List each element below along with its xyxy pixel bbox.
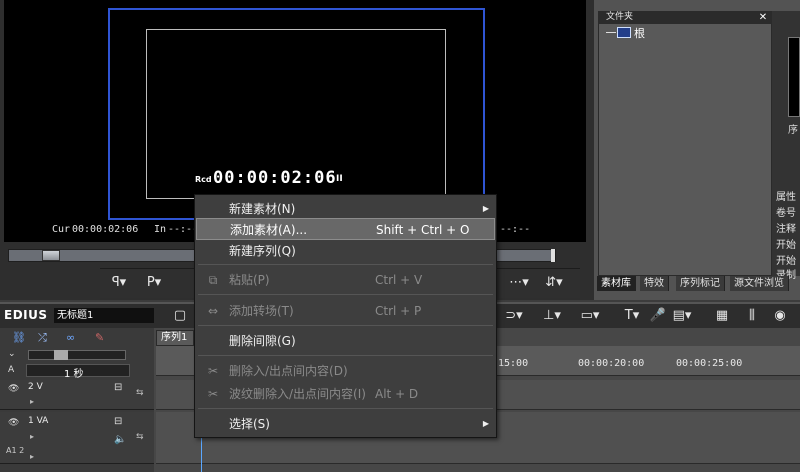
submenu-arrow-icon: ▶: [482, 204, 489, 213]
title-icon[interactable]: T▾: [622, 307, 642, 325]
menu-item-new-clip[interactable]: 新建素材(N) ▶: [196, 198, 495, 220]
expand-icon[interactable]: ⌄: [8, 349, 16, 359]
cur-label: Cur: [52, 224, 71, 235]
tab-effects[interactable]: 特效: [640, 276, 669, 291]
folder-root[interactable]: 根: [634, 25, 645, 41]
color-wheel-icon[interactable]: ◉: [770, 307, 790, 325]
rcd-label: Rcd: [195, 175, 212, 184]
ripple-icon[interactable]: ⊃▾: [504, 307, 524, 325]
menu-item-delete-gap[interactable]: 删除间隙(G): [196, 330, 495, 352]
film-icon[interactable]: ⊟: [114, 416, 122, 427]
track-name: 1 VA: [28, 416, 49, 426]
project-name: 无标题1: [54, 308, 154, 323]
menu-item-ripple-delete-range[interactable]: ✂ 波纹删除入/出点间内容(I) Alt + D: [196, 383, 495, 405]
no-sync-icon[interactable]: ✎: [95, 331, 109, 345]
eye-icon[interactable]: 👁: [8, 418, 19, 428]
slider-end-marker: [551, 249, 555, 262]
tab-source-browser[interactable]: 源文件浏览: [730, 276, 789, 291]
edius-logo: EDIUS: [4, 308, 48, 322]
menu-separator: [198, 408, 493, 409]
ruler-label: 15:00: [498, 358, 529, 369]
microphone-icon[interactable]: 🎤: [648, 307, 668, 325]
film-icon[interactable]: ⊟: [114, 382, 122, 393]
expand-track-icon[interactable]: ▸: [30, 397, 34, 406]
ruler-label: 00:00:25:00: [676, 358, 743, 369]
menu-item-delete-range[interactable]: ✂ 删除入/出点间内容(D): [196, 360, 495, 382]
insert-mode-icon[interactable]: ⋯▾: [505, 273, 533, 293]
track-header-2v[interactable]: [0, 380, 154, 410]
folder-tree: [598, 11, 772, 276]
cur-timecode: 00:00:02:06: [72, 224, 139, 235]
transition-icon: ⇔: [207, 304, 219, 318]
menu-separator: [198, 294, 493, 295]
track-name: 2 V: [28, 382, 43, 392]
pause-indicator: II: [336, 174, 343, 184]
render-icon[interactable]: ▤▾: [672, 307, 692, 325]
snap-icon[interactable]: ⊥▾: [542, 307, 562, 325]
ripple-delete-icon: ✂: [207, 387, 219, 401]
tab-bin[interactable]: 素材库: [597, 276, 636, 291]
output-icon[interactable]: ⇵▾: [540, 273, 568, 293]
menu-separator: [198, 355, 493, 356]
menu-item-paste[interactable]: ⧉ 粘贴(P) Ctrl + V: [196, 269, 495, 291]
zoom-thumb[interactable]: [54, 350, 68, 360]
slider-thumb[interactable]: [42, 250, 60, 261]
patch-icon[interactable]: ⇆: [136, 388, 144, 398]
set-out-icon[interactable]: P▾: [140, 273, 168, 293]
expand-track-icon[interactable]: ▸: [30, 452, 34, 461]
expand-track-icon[interactable]: ▸: [30, 432, 34, 441]
link-icon[interactable]: ▭▾: [580, 307, 600, 325]
menu-item-select[interactable]: 选择(S) ▶: [196, 413, 495, 435]
lock-icon[interactable]: A: [8, 365, 14, 375]
sync-icon[interactable]: ∞: [66, 331, 84, 345]
menu-item-add-transition[interactable]: ⇔ 添加转场(T) Ctrl + P: [196, 300, 495, 322]
group-icon[interactable]: ⤮: [38, 331, 52, 345]
tab-sequence[interactable]: 序列1: [156, 330, 194, 346]
prop-comment: 注释: [776, 224, 796, 235]
menu-item-add-clip[interactable]: 添加素材(A)... Shift + Ctrl + O: [196, 218, 495, 240]
menu-separator: [198, 264, 493, 265]
clip-thumbnail[interactable]: [788, 37, 800, 117]
tree-line: [606, 32, 616, 33]
submenu-arrow-icon: ▶: [482, 419, 489, 428]
tab-sequence-markers[interactable]: 序列标记: [676, 276, 725, 291]
ruler-label: 00:00:20:00: [578, 358, 645, 369]
folder-icon: [617, 27, 631, 38]
menu-item-new-sequence[interactable]: 新建序列(Q): [196, 240, 495, 262]
track-mode-icon[interactable]: ⛓: [12, 331, 26, 345]
mixer-icon[interactable]: ⫼: [742, 307, 762, 325]
speaker-icon[interactable]: 🔈: [114, 434, 126, 445]
set-in-icon[interactable]: ꟼ▾: [105, 273, 133, 293]
timescale-value: 1 秒: [64, 369, 84, 380]
prop-start-2: 开始: [776, 256, 796, 267]
rcd-timecode: 00:00:02:06: [213, 168, 337, 188]
eye-icon[interactable]: 👁: [8, 384, 19, 394]
in-label: In: [154, 224, 167, 235]
menu-separator: [198, 325, 493, 326]
prop-start: 开始: [776, 240, 796, 251]
out-timecode: --:--: [500, 224, 531, 235]
track-header-1va[interactable]: [0, 412, 154, 464]
delete-range-icon: ✂: [207, 364, 219, 378]
prop-reel: 卷号: [776, 208, 796, 219]
patch-icon[interactable]: ⇆: [136, 432, 144, 442]
audio-channel-label: A1 2: [6, 446, 25, 455]
zoom-slider[interactable]: [28, 350, 126, 360]
prop-attributes: 属性: [776, 192, 796, 203]
folder-header: 文件夹: [598, 11, 772, 24]
new-sequence-icon[interactable]: ▢: [170, 307, 190, 325]
close-icon[interactable]: ✕: [757, 11, 769, 24]
grid-icon[interactable]: ▦: [712, 307, 732, 325]
thumb-caption: 序: [788, 125, 798, 136]
paste-icon: ⧉: [208, 273, 218, 287]
